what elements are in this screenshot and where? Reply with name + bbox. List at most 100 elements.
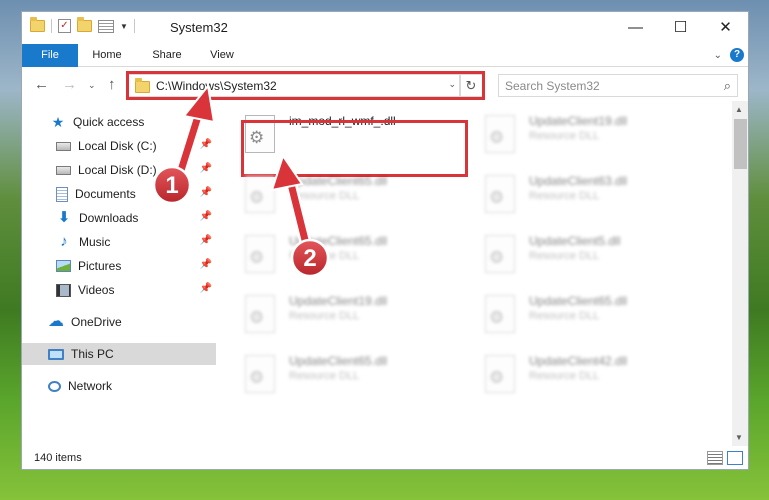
sidebar-item-label: Local Disk (C:): [78, 139, 157, 153]
customize-dropdown-icon[interactable]: ▼: [120, 22, 128, 31]
file-name: UpdateClient19.dll: [529, 114, 628, 128]
cloud-icon: ☁: [48, 313, 64, 330]
back-arrow-icon[interactable]: ←: [34, 76, 49, 93]
ribbon-tabs: File Home Share View ⌄ ?: [22, 44, 748, 67]
sidebar-item-local-disk-d[interactable]: Local Disk (D:) 📌: [56, 159, 216, 181]
sidebar-item-pictures[interactable]: Pictures 📌: [56, 255, 216, 277]
properties-icon[interactable]: [98, 19, 114, 33]
navigation-bar: ← → ⌄ ↑ C:\Windows\System32 ⌄ ↻ Search S…: [22, 68, 748, 101]
file-item[interactable]: UpdateClient42.dll Resource DLL: [457, 341, 677, 397]
file-item[interactable]: UpdateClient65.dll Resource DLL: [217, 161, 437, 217]
sidebar-item-label: This PC: [71, 347, 114, 361]
help-icon[interactable]: ?: [730, 48, 744, 62]
documents-icon: [56, 186, 68, 202]
up-arrow-icon[interactable]: ↑: [108, 76, 116, 93]
maximize-button[interactable]: ☐: [658, 12, 703, 42]
file-explorer-window: ✓ ▼ System32 — ☐ ✕ File Home Share View …: [21, 11, 749, 470]
dll-file-icon: [245, 295, 275, 333]
search-placeholder: Search System32: [505, 79, 600, 93]
pin-icon[interactable]: 📌: [200, 187, 212, 198]
close-button[interactable]: ✕: [703, 12, 748, 42]
download-icon: ⬇: [57, 209, 71, 226]
recent-locations-chevron-icon[interactable]: ⌄: [88, 80, 96, 91]
file-item[interactable]: UpdateClient5.dll Resource DLL: [457, 221, 677, 277]
chevron-down-icon[interactable]: ⌄: [714, 50, 722, 61]
status-bar: 140 items: [22, 446, 748, 469]
disk-icon: [56, 141, 71, 151]
properties-check-icon[interactable]: ✓: [58, 19, 71, 33]
pin-icon[interactable]: 📌: [200, 283, 212, 294]
sidebar-item-label: Downloads: [79, 211, 139, 225]
pin-icon[interactable]: 📌: [200, 163, 212, 174]
quick-access-toolbar: ✓ ▼: [30, 17, 135, 33]
file-item[interactable]: UpdateClient65.dll Resource DLL: [217, 341, 437, 397]
sidebar-item-onedrive[interactable]: ☁ OneDrive: [48, 311, 208, 333]
tab-share[interactable]: Share: [142, 44, 192, 67]
sidebar-item-quick-access[interactable]: ★ Quick access: [50, 111, 210, 133]
tab-home[interactable]: Home: [84, 44, 130, 67]
folder-icon: [30, 17, 45, 32]
videos-icon: [56, 283, 71, 297]
star-icon: ★: [51, 114, 65, 130]
sidebar-item-network[interactable]: Network: [48, 375, 208, 397]
sidebar-item-local-disk-c[interactable]: Local Disk (C:) 📌: [56, 135, 216, 157]
sidebar-item-label: OneDrive: [71, 315, 122, 329]
large-icons-view-icon[interactable]: [727, 451, 743, 465]
pin-icon[interactable]: 📌: [200, 235, 212, 246]
sidebar-item-label: Pictures: [78, 259, 122, 273]
vertical-scrollbar[interactable]: ▲ ▼: [732, 101, 748, 446]
pc-icon: [48, 348, 64, 360]
file-type: Resource DLL: [529, 190, 600, 202]
scroll-down-icon[interactable]: ▼: [735, 433, 743, 442]
divider: [133, 19, 135, 33]
sidebar-item-music[interactable]: ♪ Music 📌: [56, 231, 216, 253]
sidebar-item-label: Documents: [75, 187, 136, 201]
sidebar-item-this-pc[interactable]: This PC: [22, 343, 216, 365]
file-type: Resource DLL: [289, 190, 360, 202]
pin-icon[interactable]: 📌: [200, 139, 212, 150]
file-type: Resource DLL: [529, 310, 600, 322]
search-input[interactable]: Search System32 ⌕: [498, 74, 738, 97]
sidebar-item-videos[interactable]: Videos 📌: [56, 279, 216, 301]
sidebar-item-downloads[interactable]: ⬇ Downloads 📌: [56, 207, 216, 229]
address-highlight-box: [126, 71, 485, 100]
file-item[interactable]: UpdateClient63.dll Resource DLL: [457, 161, 677, 217]
file-name: UpdateClient19.dll: [289, 294, 388, 308]
file-item[interactable]: UpdateClient65.dll Resource DLL: [457, 281, 677, 337]
tab-file[interactable]: File: [22, 44, 78, 67]
file-item[interactable]: UpdateClient19.dll Resource DLL: [217, 281, 437, 337]
sidebar-item-label: Videos: [78, 283, 115, 297]
dll-file-icon: [485, 175, 515, 213]
dll-file-icon: [245, 235, 275, 273]
scroll-up-icon[interactable]: ▲: [735, 105, 743, 114]
disk-icon: [56, 165, 71, 175]
sidebar-item-label: Quick access: [73, 115, 145, 129]
file-item[interactable]: UpdateClient65.dll Resource DLL: [217, 221, 437, 277]
sidebar-item-label: Network: [68, 379, 113, 393]
dll-file-icon: [245, 355, 275, 393]
scrollbar-thumb[interactable]: [734, 119, 747, 169]
details-view-icon[interactable]: [707, 451, 723, 465]
pin-icon[interactable]: 📌: [200, 211, 212, 222]
minimize-button[interactable]: —: [613, 12, 658, 42]
file-name: UpdateClient65.dll: [529, 294, 628, 308]
music-icon: ♪: [60, 233, 68, 250]
file-name: UpdateClient63.dll: [529, 174, 628, 188]
search-icon[interactable]: ⌕: [724, 78, 731, 94]
forward-arrow-icon[interactable]: →: [62, 76, 77, 93]
tab-view[interactable]: View: [202, 44, 242, 67]
pictures-icon: [56, 260, 71, 272]
file-type: Resource DLL: [529, 130, 600, 142]
file-item[interactable]: UpdateClient19.dll Resource DLL: [457, 101, 677, 157]
pin-icon[interactable]: 📌: [200, 259, 212, 270]
file-name: UpdateClient65.dll: [289, 354, 388, 368]
file-list: im_mod_rl_wmf_.dll UpdateClient19.dll Re…: [217, 101, 732, 446]
sidebar-item-label: Local Disk (D:): [78, 163, 157, 177]
title-bar: ✓ ▼ System32 — ☐ ✕: [22, 12, 748, 44]
item-count: 140 items: [34, 452, 82, 464]
file-type: Resource DLL: [529, 370, 600, 382]
sidebar-item-documents[interactable]: Documents 📌: [56, 183, 216, 205]
file-name: UpdateClient65.dll: [289, 234, 388, 248]
new-folder-icon[interactable]: [77, 17, 92, 32]
file-type: Resource DLL: [289, 250, 360, 262]
